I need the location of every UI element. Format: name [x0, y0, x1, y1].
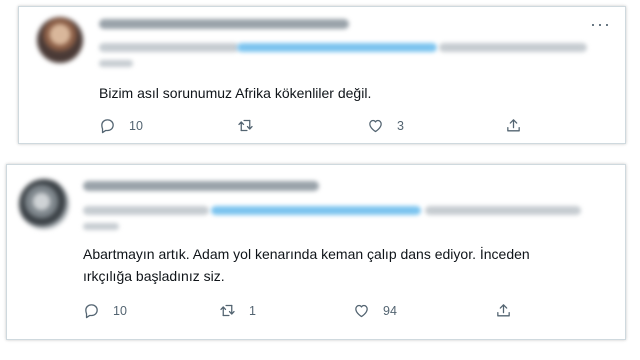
- share-button[interactable]: [505, 117, 522, 134]
- reply-context: [83, 206, 209, 215]
- tweet-text-line-2: ırkçılığa başladınız siz.: [83, 268, 225, 284]
- heart-icon: [369, 119, 382, 133]
- like-button[interactable]: 3: [367, 117, 404, 134]
- share-icon: [507, 119, 520, 132]
- more-options-icon[interactable]: ···: [590, 15, 611, 33]
- reply-button[interactable]: 10: [99, 117, 143, 134]
- tweet-text-line-1: Abartmayın artık. Adam yol kenarında kem…: [83, 246, 530, 262]
- like-count: 3: [397, 118, 404, 133]
- reply-context-line2: [83, 223, 119, 230]
- reply-count: 10: [113, 303, 127, 318]
- reply-context-tail: [439, 43, 587, 52]
- share-icon: [497, 304, 510, 317]
- reply-context-tail: [425, 206, 581, 215]
- like-button[interactable]: 94: [353, 302, 397, 319]
- retweet-button[interactable]: [237, 117, 254, 134]
- reply-count: 10: [129, 118, 143, 133]
- heart-icon: [355, 304, 368, 318]
- tweet-card[interactable]: ··· Bizim asıl sorunumuz Afrika kökenlil…: [18, 6, 626, 144]
- avatar[interactable]: [19, 179, 69, 229]
- reply-button[interactable]: 10: [83, 302, 127, 319]
- retweet-button[interactable]: 1: [219, 302, 256, 319]
- reply-context-mentions[interactable]: [237, 43, 437, 52]
- retweet-icon: [238, 119, 253, 132]
- reply-context-line2: [99, 60, 133, 67]
- tweet-text: Bizim asıl sorunumuz Afrika kökenliler d…: [99, 85, 372, 101]
- tweet-card[interactable]: Abartmayın artık. Adam yol kenarında kem…: [6, 164, 626, 340]
- reply-icon: [85, 304, 98, 319]
- author-name[interactable]: [99, 19, 349, 29]
- avatar[interactable]: [37, 17, 83, 63]
- like-count: 94: [383, 303, 397, 318]
- retweet-count: 1: [249, 303, 256, 318]
- share-button[interactable]: [495, 302, 512, 319]
- reply-icon: [101, 119, 114, 134]
- reply-context: [99, 43, 239, 52]
- reply-context-mentions[interactable]: [211, 206, 421, 215]
- author-name[interactable]: [83, 181, 319, 191]
- retweet-icon: [220, 304, 235, 317]
